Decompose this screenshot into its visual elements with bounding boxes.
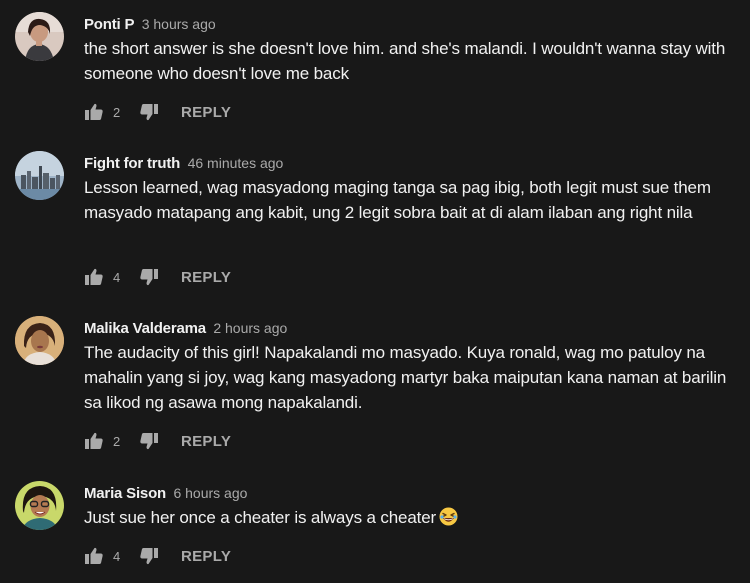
- reply-button[interactable]: REPLY: [181, 548, 231, 565]
- like-button[interactable]: [84, 546, 104, 566]
- author-name[interactable]: Ponti P: [84, 16, 134, 33]
- reply-button[interactable]: REPLY: [181, 104, 231, 121]
- comment-actions: 2 REPLY: [84, 100, 231, 124]
- thumbs-up-icon: [85, 432, 103, 449]
- thumbs-down-icon: [140, 104, 158, 121]
- comment-body: Maria Sison 6 hours ago Just sue her onc…: [84, 481, 730, 533]
- comment-body: Ponti P 3 hours ago the short answer is …: [84, 12, 730, 86]
- author-name[interactable]: Fight for truth: [84, 155, 180, 172]
- avatar[interactable]: [15, 151, 64, 200]
- like-button[interactable]: [84, 102, 104, 122]
- like-button[interactable]: [84, 431, 104, 451]
- author-name[interactable]: Maria Sison: [84, 485, 166, 502]
- comment-text: Lesson learned, wag masyadong maging tan…: [84, 178, 711, 222]
- comment-header: Fight for truth 46 minutes ago: [84, 151, 730, 175]
- comment-body: Malika Valderama 2 hours ago The audacit…: [84, 316, 730, 415]
- thumbs-up-icon: [85, 547, 103, 564]
- comment-actions: 4 REPLY: [84, 544, 231, 568]
- comment-header: Maria Sison 6 hours ago: [84, 481, 730, 505]
- like-button[interactable]: [84, 267, 104, 287]
- thumbs-down-icon: [140, 548, 158, 565]
- dislike-button[interactable]: [139, 546, 159, 566]
- like-count: 2: [113, 433, 121, 449]
- comment-text: Just sue her once a cheater is always a …: [84, 508, 437, 527]
- thumbs-down-icon: [140, 269, 158, 286]
- comment-body: Fight for truth 46 minutes ago Lesson le…: [84, 151, 730, 225]
- comment-header: Malika Valderama 2 hours ago: [84, 316, 730, 340]
- comment-actions: 4 REPLY: [84, 265, 231, 289]
- comment-header: Ponti P 3 hours ago: [84, 12, 730, 36]
- comment-text: The audacity of this girl! Napakalandi m…: [84, 343, 727, 412]
- comment-timestamp[interactable]: 6 hours ago: [173, 485, 247, 501]
- comment-timestamp[interactable]: 2 hours ago: [213, 320, 287, 336]
- comment-timestamp[interactable]: 46 minutes ago: [188, 155, 284, 171]
- comment-timestamp[interactable]: 3 hours ago: [142, 16, 216, 32]
- dislike-button[interactable]: [139, 431, 159, 451]
- reply-button[interactable]: REPLY: [181, 269, 231, 286]
- author-name[interactable]: Malika Valderama: [84, 320, 206, 337]
- comment-text-wrap: Just sue her once a cheater is always a …: [84, 505, 730, 533]
- like-count: 2: [113, 104, 121, 120]
- avatar[interactable]: [15, 481, 64, 530]
- thumbs-up-icon: [85, 103, 103, 120]
- thumbs-down-icon: [140, 433, 158, 450]
- avatar[interactable]: [15, 316, 64, 365]
- dislike-button[interactable]: [139, 102, 159, 122]
- avatar[interactable]: [15, 12, 64, 61]
- reply-button[interactable]: REPLY: [181, 433, 231, 450]
- like-count: 4: [113, 269, 121, 285]
- comment-actions: 2 REPLY: [84, 429, 231, 453]
- dislike-button[interactable]: [139, 267, 159, 287]
- thumbs-up-icon: [85, 268, 103, 285]
- grinning-squinting-face-icon: [439, 507, 458, 533]
- comment-text: the short answer is she doesn't love him…: [84, 39, 726, 83]
- like-count: 4: [113, 548, 121, 564]
